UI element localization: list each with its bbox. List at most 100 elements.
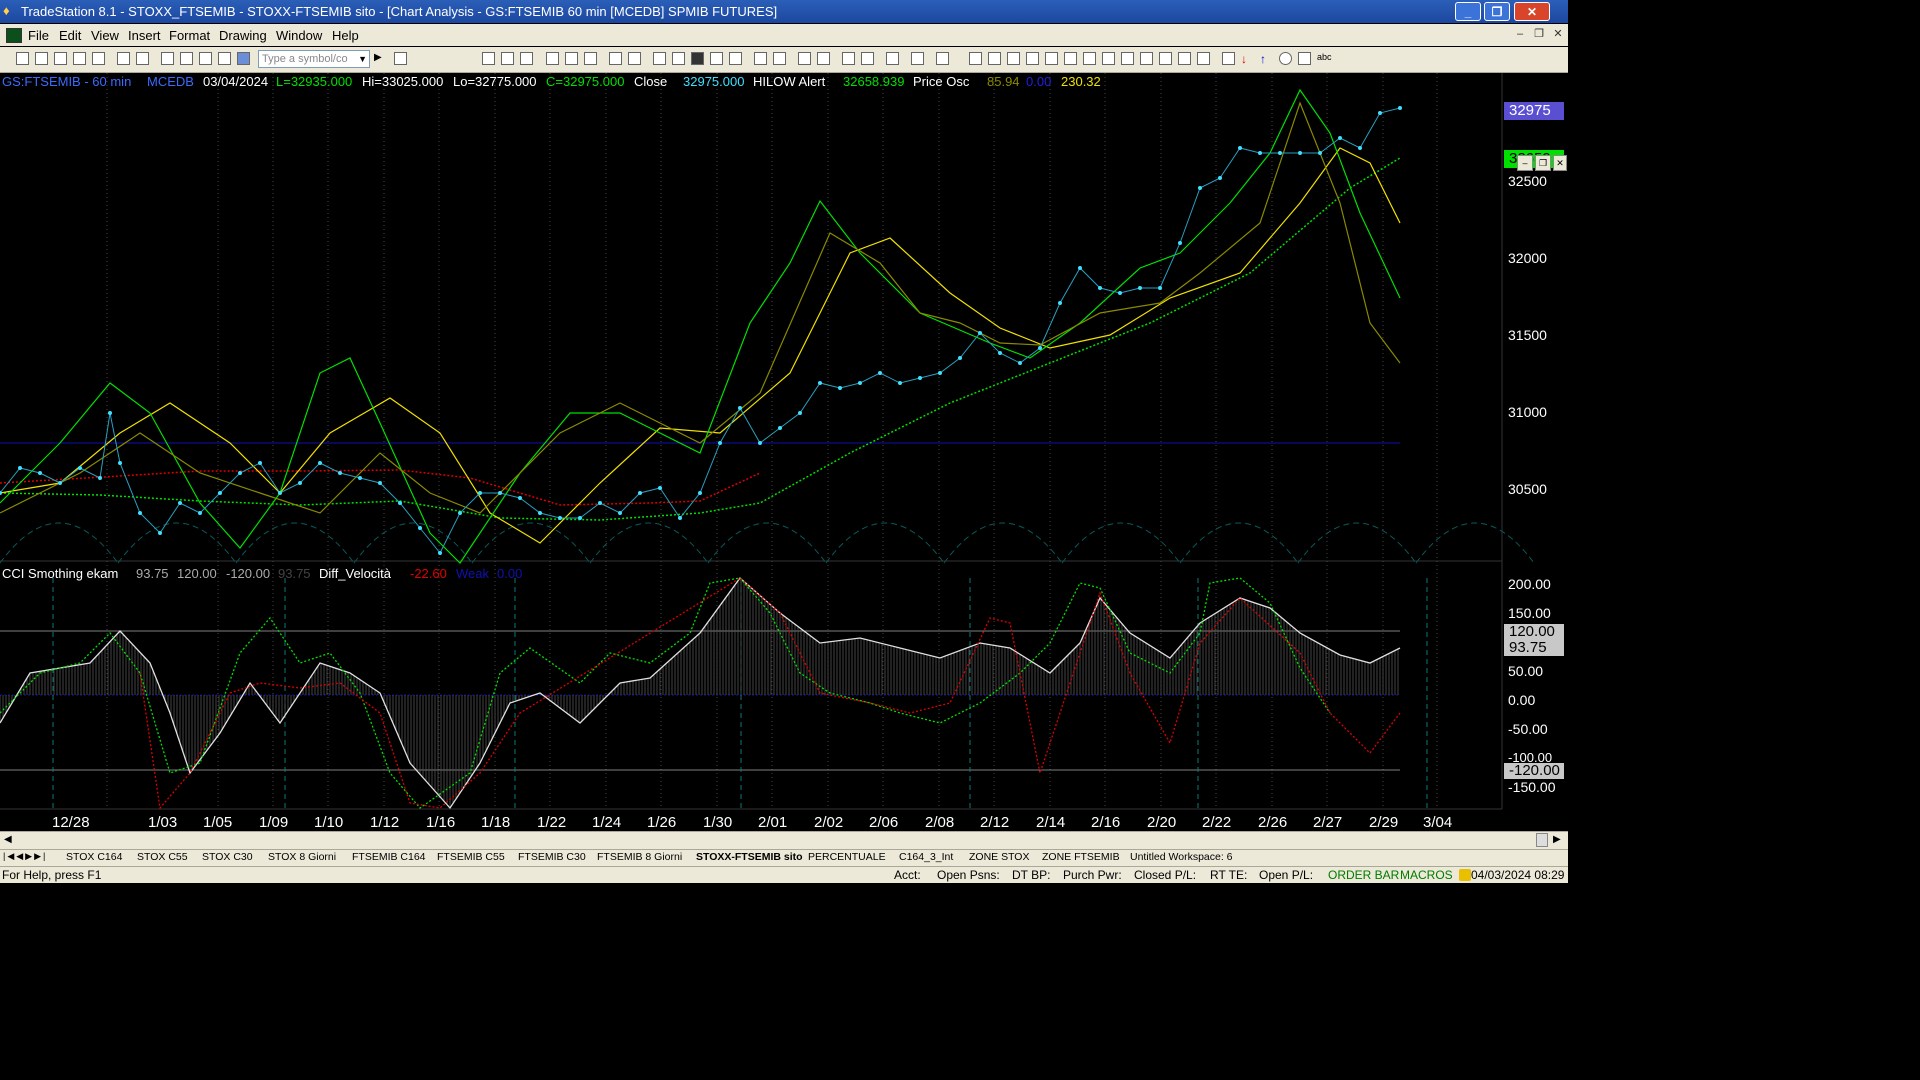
format-symbol-icon[interactable]	[180, 52, 193, 65]
workspace-tab[interactable]: FTSEMIB 8 Giorni	[597, 851, 682, 863]
fib-time-icon[interactable]	[1102, 52, 1115, 65]
radar-icon[interactable]	[653, 52, 666, 65]
text-tool-icon[interactable]: abc	[1317, 52, 1337, 65]
bar-chart-icon[interactable]	[482, 52, 495, 65]
price-bar-dot	[698, 491, 702, 495]
line-chart-icon[interactable]	[501, 52, 514, 65]
menu-edit[interactable]: Edit	[59, 28, 81, 43]
status-closed-pl: Closed P/L:	[1134, 868, 1197, 882]
regression-channel-icon[interactable]	[1121, 52, 1134, 65]
fibonacci-icon[interactable]	[1026, 52, 1039, 65]
new-workspace-icon[interactable]	[73, 52, 86, 65]
menu-drawing[interactable]: Drawing	[219, 28, 267, 43]
format-window-icon[interactable]	[161, 52, 174, 65]
lock-icon[interactable]	[199, 52, 212, 65]
osc-axis-label: -50.00	[1508, 721, 1548, 737]
order-bar-button[interactable]: ORDER BAR	[1328, 868, 1399, 882]
pane-restore-icon[interactable]: ❐	[1535, 155, 1551, 171]
vertical-lines-icon[interactable]	[988, 52, 1001, 65]
workspace-tab[interactable]: STOX C55	[137, 851, 188, 863]
data-window-icon[interactable]	[565, 52, 578, 65]
workspace-tab[interactable]: ZONE STOX	[969, 851, 1029, 863]
workspace-tab[interactable]: STOXX-FTSEMIB sito	[696, 851, 803, 863]
tools-icon[interactable]	[710, 52, 723, 65]
horizontal-lines-icon[interactable]	[1007, 52, 1020, 65]
refresh-icon[interactable]	[584, 52, 597, 65]
scroll-right-arrow-icon[interactable]: ▶	[1553, 834, 1561, 845]
workspace-tab[interactable]: FTSEMIB C164	[352, 851, 426, 863]
scroll-thumb[interactable]	[1536, 833, 1548, 847]
chart-window-icon-2[interactable]	[691, 52, 704, 65]
go-arrow-icon[interactable]: ▶	[374, 52, 387, 65]
open-icon[interactable]	[35, 52, 48, 65]
workspace-tab[interactable]: ZONE FTSEMIB	[1042, 851, 1120, 863]
rectangle-icon[interactable]	[1298, 52, 1311, 65]
macros-button[interactable]: MACROS	[1400, 868, 1453, 882]
workspace-tab[interactable]: STOX C30	[202, 851, 253, 863]
chart-window-icon[interactable]	[6, 28, 22, 43]
horizontal-arrow-icon[interactable]	[1140, 52, 1153, 65]
pane-close-icon[interactable]: ✕	[1553, 155, 1567, 171]
andrews-pitchfork-icon[interactable]	[1083, 52, 1096, 65]
trendline-icon[interactable]	[969, 52, 982, 65]
symbol-lookup-icon[interactable]	[394, 52, 407, 65]
trend-icon[interactable]	[546, 52, 559, 65]
hammer-icon[interactable]	[886, 52, 899, 65]
speed-lines-icon[interactable]	[1064, 52, 1077, 65]
strategy-icon[interactable]	[609, 52, 622, 65]
chevron-down-icon[interactable]: ▼	[358, 51, 367, 67]
workspace-tab[interactable]: FTSEMIB C30	[518, 851, 586, 863]
maximize-button[interactable]: ❐	[1484, 2, 1510, 21]
pencil-icon[interactable]	[1197, 52, 1210, 65]
new-icon[interactable]	[16, 52, 29, 65]
menu-insert[interactable]: Insert	[128, 28, 161, 43]
workspace-tab[interactable]: FTSEMIB C55	[437, 851, 505, 863]
chart-canvas[interactable]	[0, 73, 1568, 830]
candle-chart-icon[interactable]	[520, 52, 533, 65]
alert-icon[interactable]	[628, 52, 641, 65]
symbol-input[interactable]: Type a symbol/co ▼	[258, 50, 370, 68]
zoom-in-icon[interactable]	[798, 52, 811, 65]
mdi-minimize-icon[interactable]: –	[1512, 27, 1528, 42]
scroll-left-icon[interactable]	[754, 52, 767, 65]
workspace-tab[interactable]: STOX 8 Giorni	[268, 851, 336, 863]
workspace-tab[interactable]: PERCENTUALE	[808, 851, 886, 863]
menu-format[interactable]: Format	[169, 28, 210, 43]
matrix-icon[interactable]	[672, 52, 685, 65]
bars-icon[interactable]	[729, 52, 742, 65]
mdi-restore-icon[interactable]: ❐	[1531, 27, 1547, 42]
print-preview-icon[interactable]	[136, 52, 149, 65]
ellipse-icon[interactable]	[1279, 52, 1292, 65]
order-icon[interactable]	[861, 52, 874, 65]
insert-analysis-icon[interactable]	[911, 52, 924, 65]
print-icon[interactable]	[117, 52, 130, 65]
arc-icon[interactable]	[1222, 52, 1235, 65]
globe-icon[interactable]	[237, 52, 250, 65]
workspace-tab[interactable]: C164_3_Int	[899, 851, 953, 863]
disabled-tool-icon[interactable]	[936, 52, 949, 65]
parallel-lines-icon[interactable]	[1159, 52, 1172, 65]
workspace-tab[interactable]: Untitled Workspace: 6	[1130, 851, 1233, 863]
menu-view[interactable]: View	[91, 28, 119, 43]
pointer-icon[interactable]	[842, 52, 855, 65]
cycle-lines-icon[interactable]	[1178, 52, 1191, 65]
indicator-icon[interactable]	[218, 52, 231, 65]
pane-minimize-icon[interactable]: –	[1517, 155, 1533, 171]
scroll-right-icon[interactable]	[773, 52, 786, 65]
up-arrow-icon[interactable]: ↑	[1260, 52, 1273, 66]
close-button[interactable]: ✕	[1514, 2, 1550, 21]
workspace-tab[interactable]: STOX C164	[66, 851, 122, 863]
horizontal-scrollbar[interactable]: ◀ ▶	[0, 831, 1568, 850]
mdi-close-icon[interactable]: ✕	[1550, 27, 1566, 42]
down-arrow-icon[interactable]: ↓	[1241, 52, 1254, 66]
scroll-left-arrow-icon[interactable]: ◀	[4, 834, 12, 845]
tab-navigation-icon[interactable]: |◀◀▶▶|	[3, 851, 47, 862]
zoom-out-icon[interactable]	[817, 52, 830, 65]
open-workspace-icon[interactable]	[92, 52, 105, 65]
save-icon[interactable]	[54, 52, 67, 65]
minimize-button[interactable]: _	[1455, 2, 1481, 21]
menu-file[interactable]: File	[28, 28, 49, 43]
gann-fan-icon[interactable]	[1045, 52, 1058, 65]
menu-window[interactable]: Window	[276, 28, 322, 43]
menu-help[interactable]: Help	[332, 28, 359, 43]
